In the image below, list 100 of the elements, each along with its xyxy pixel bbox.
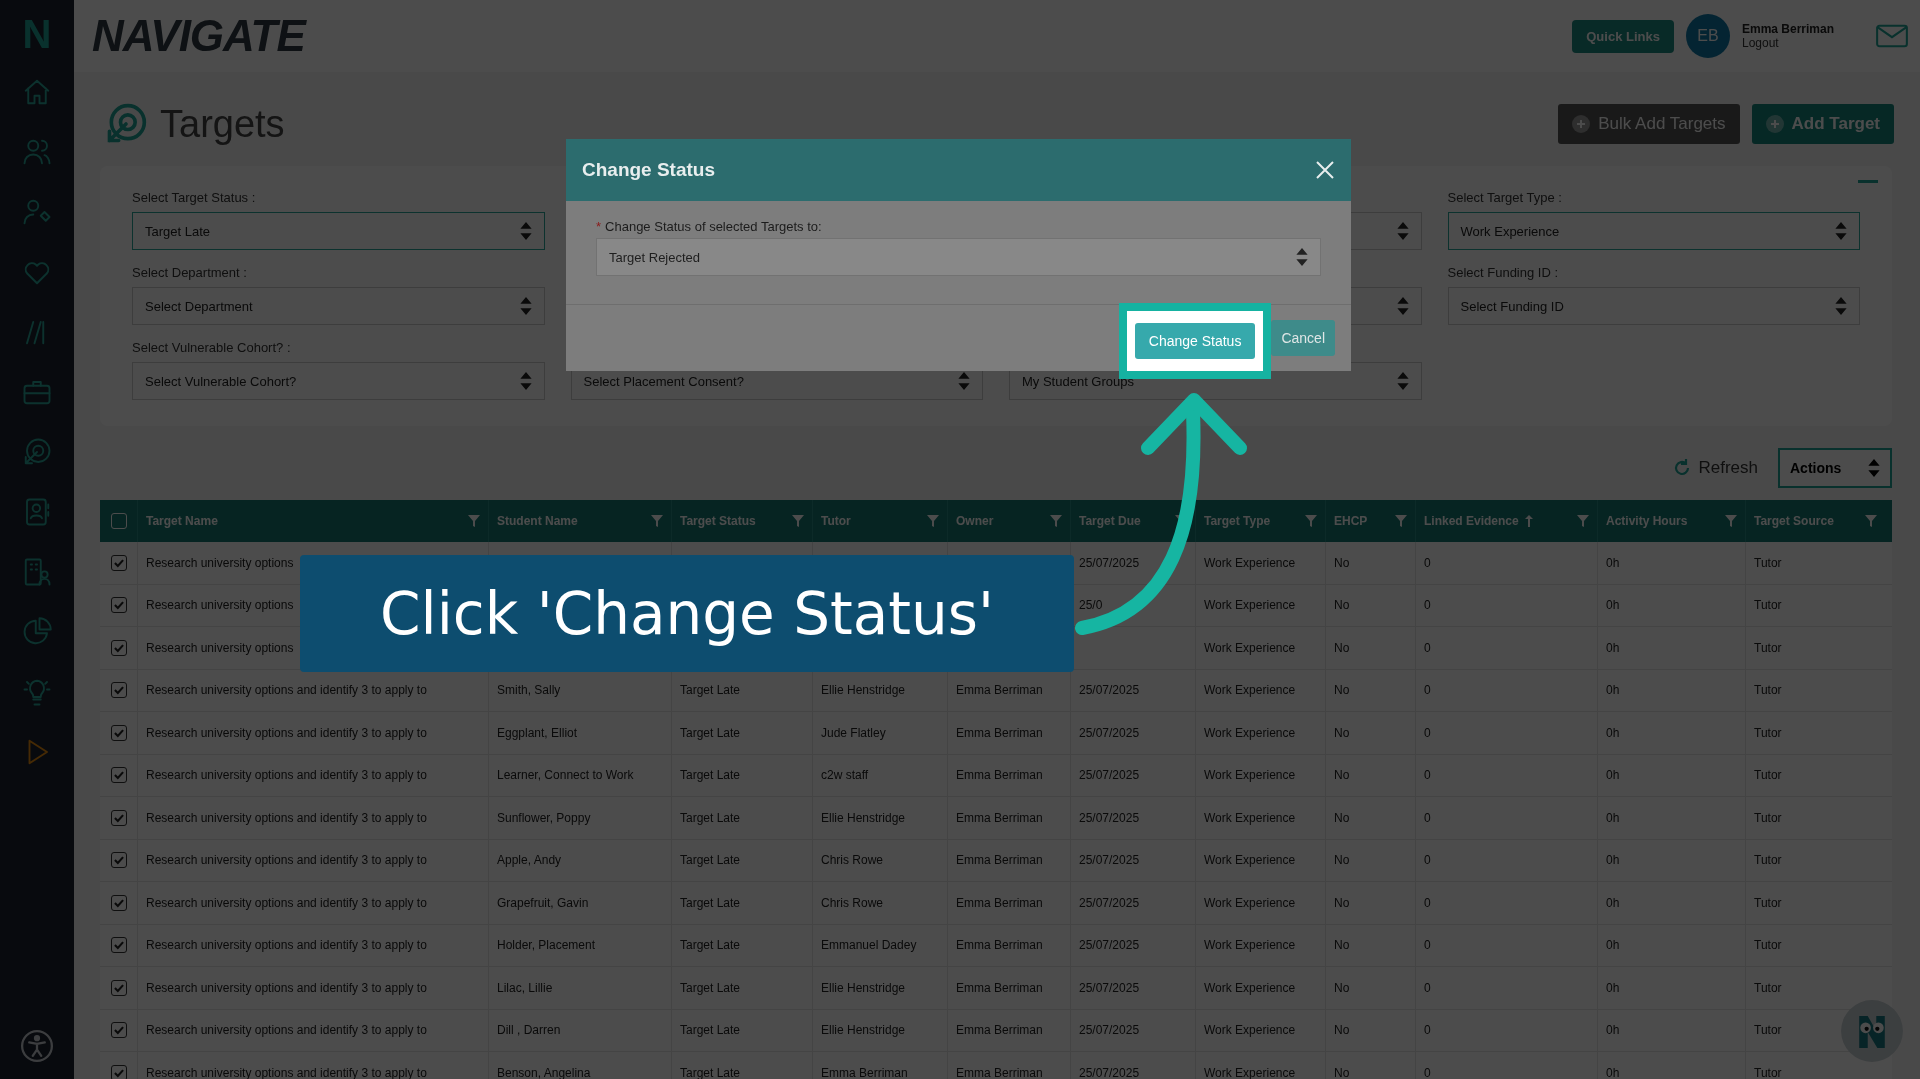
table-cell: Tutor — [1754, 598, 1782, 613]
table-cell: Emma Berriman — [821, 1065, 908, 1079]
table-cell: Work Experience — [1204, 768, 1296, 783]
table-cell: No — [1334, 598, 1350, 613]
table-cell: No — [1334, 895, 1350, 910]
column-header[interactable]: Tutor — [821, 514, 851, 528]
column-header[interactable]: EHCP — [1334, 514, 1368, 528]
table-cell: 0h — [1606, 768, 1620, 783]
required-mark: * — [596, 219, 602, 234]
table-cell: Work Experience — [1204, 938, 1296, 953]
column-header[interactable]: Target Due — [1079, 514, 1141, 528]
table-cell: Tutor — [1754, 640, 1782, 655]
table-cell: Work Experience — [1204, 1023, 1296, 1038]
change-status-button[interactable]: Change Status — [1134, 323, 1256, 359]
table-cell: Target Late — [680, 810, 741, 825]
table-cell: Emma Berriman — [956, 683, 1043, 698]
table-cell: 0h — [1606, 683, 1620, 698]
table-cell: Smith, Sally — [497, 683, 561, 698]
table-cell: Research university options and identify 3 to apply to — [146, 683, 427, 698]
table-cell: Research university options and identify 3 to apply to — [146, 810, 427, 825]
column-header[interactable]: Target Name — [146, 514, 218, 528]
filter-label: Select Department : — [132, 265, 247, 280]
table-cell: Work Experience — [1204, 1065, 1296, 1079]
status-select[interactable]: Target Rejected — [596, 238, 1321, 276]
callout-text: Click 'Change Status' — [380, 579, 994, 648]
table-cell: c2w staff — [821, 768, 869, 783]
table-cell: Research university options and identify 3 to apply to — [146, 853, 427, 868]
table-cell: No — [1334, 1023, 1350, 1038]
table-cell: 0h — [1606, 895, 1620, 910]
table-cell: Emma Berriman — [956, 895, 1043, 910]
table-cell: Emma Berriman — [956, 725, 1043, 740]
table-cell: 25/07/2025 — [1079, 938, 1140, 953]
table-cell: Emmanuel Dadey — [821, 938, 917, 953]
table-cell: 0 — [1424, 555, 1431, 570]
table-cell: Target Late — [680, 1065, 741, 1079]
table-cell: Apple, Andy — [497, 853, 562, 868]
table-cell: No — [1334, 938, 1350, 953]
table-cell: Jude Flatley — [821, 725, 886, 740]
table-cell: Ellie Henstridge — [821, 810, 906, 825]
table-cell: Research university options and identify 3 to apply to — [146, 980, 427, 995]
table-cell: Emma Berriman — [956, 853, 1043, 868]
table-cell: Emma Berriman — [956, 938, 1043, 953]
column-header[interactable]: Linked Evidence — [1424, 514, 1519, 528]
table-cell: No — [1334, 725, 1350, 740]
table-cell: Research university options and identify 3 to apply to — [146, 768, 427, 783]
column-header[interactable]: Student Name — [497, 514, 578, 528]
table-cell: 0h — [1606, 725, 1620, 740]
table-cell: Research university options — [146, 640, 294, 655]
table-cell: Research university options and identify 3 to apply to — [146, 1023, 427, 1038]
table-cell: 0 — [1424, 640, 1431, 655]
table-cell: Chris Rowe — [821, 853, 883, 868]
table-cell: Target Late — [680, 768, 741, 783]
table-cell: 25/07/2025 — [1079, 768, 1140, 783]
column-header[interactable]: Target Type — [1204, 514, 1271, 528]
table-cell: Tutor — [1754, 1065, 1782, 1079]
table-cell: 0 — [1424, 683, 1431, 698]
close-icon[interactable] — [1315, 160, 1335, 180]
table-cell: 25/07/2025 — [1079, 683, 1140, 698]
table-cell: Tutor — [1754, 555, 1782, 570]
table-cell: Tutor — [1754, 768, 1782, 783]
table-cell: Target Late — [680, 853, 741, 868]
table-cell: 0 — [1424, 725, 1431, 740]
table-cell: Tutor — [1754, 1023, 1782, 1038]
column-header[interactable]: Target Status — [680, 514, 756, 528]
cancel-button[interactable]: Cancel — [1271, 320, 1335, 356]
table-cell: Research university options — [146, 598, 294, 613]
table-cell: Emma Berriman — [956, 1065, 1043, 1079]
table-cell: Dill , Darren — [497, 1023, 561, 1038]
table-cell: 0 — [1424, 768, 1431, 783]
table-cell: 0 — [1424, 895, 1431, 910]
dropdown-icon — [1296, 248, 1308, 266]
column-header[interactable]: Owner — [956, 514, 994, 528]
table-cell: 0h — [1606, 1065, 1620, 1079]
table-cell: 0 — [1424, 1065, 1431, 1079]
table-cell: Research university options and identify 3 to apply to — [146, 895, 427, 910]
table-cell: Tutor — [1754, 853, 1782, 868]
table-cell: 25/07/2025 — [1079, 1065, 1140, 1079]
filter-label: Select Funding ID : — [1447, 265, 1559, 280]
table-cell: 25/07/2025 — [1079, 810, 1140, 825]
table-cell: Research university options and identify 3 to apply to — [146, 1065, 427, 1079]
table-cell: Learner, Connect to Work — [497, 768, 634, 783]
filter-label: Select Target Type : — [1447, 190, 1562, 205]
table-cell: Emma Berriman — [956, 768, 1043, 783]
table-cell: No — [1334, 810, 1350, 825]
table-cell: Work Experience — [1204, 980, 1296, 995]
column-header[interactable]: Activity Hours — [1606, 514, 1688, 528]
column-header[interactable]: Target Source — [1754, 514, 1834, 528]
table-cell: 25/07/2025 — [1079, 555, 1140, 570]
table-cell: Tutor — [1754, 938, 1782, 953]
table-cell: Tutor — [1754, 810, 1782, 825]
table-cell: Lilac, Lillie — [497, 980, 553, 995]
table-cell: 0 — [1424, 938, 1431, 953]
field-label: Change Status of selected Targets to: — [605, 219, 822, 234]
table-cell: 25/07/2025 — [1079, 895, 1140, 910]
table-cell: Work Experience — [1204, 683, 1296, 698]
table-cell: Work Experience — [1204, 810, 1296, 825]
table-cell: Emma Berriman — [956, 810, 1043, 825]
table-cell: Target Late — [680, 1023, 741, 1038]
table-cell: Tutor — [1754, 895, 1782, 910]
table-cell: Holder, Placement — [497, 938, 596, 953]
